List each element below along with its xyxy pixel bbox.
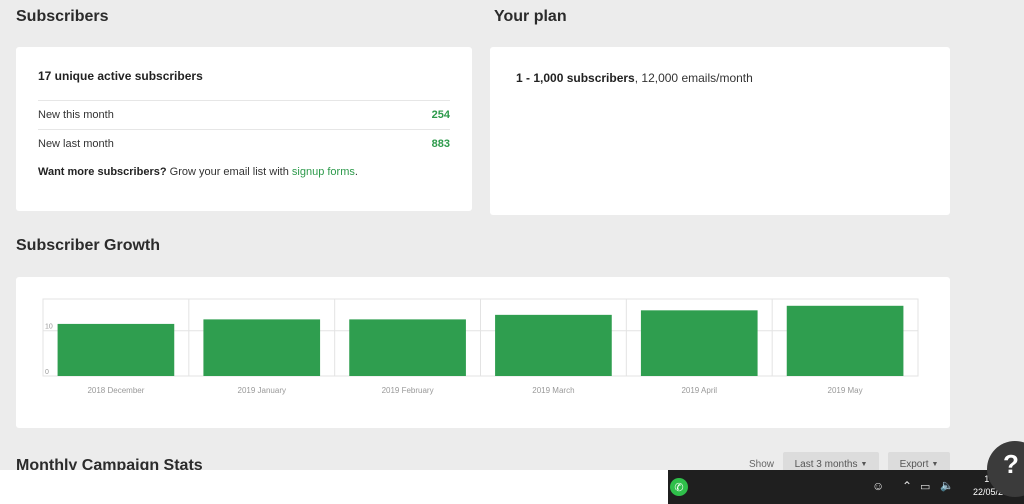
- plan-card: 1 - 1,000 subscribers, 12,000 emails/mon…: [490, 47, 950, 215]
- unique-active-subscribers: 17 unique active subscribers: [38, 69, 203, 83]
- plan-tier: 1 - 1,000 subscribers: [516, 71, 635, 85]
- row-value: 254: [431, 109, 450, 121]
- caret-down-icon: ▼: [931, 460, 939, 468]
- bar: [640, 310, 758, 376]
- bar: [786, 305, 904, 376]
- subscribers-card: 17 unique active subscribers New this mo…: [16, 47, 472, 211]
- x-tick-label: 2019 March: [532, 386, 574, 395]
- growth-card: 0 10 2018 December 2019 January 2019 Februar…: [16, 277, 950, 428]
- new-this-month-row: New this month 254: [38, 100, 450, 129]
- signup-forms-link[interactable]: signup forms: [292, 166, 355, 178]
- more-end: .: [354, 166, 358, 178]
- taskbar-white-area: [0, 470, 668, 504]
- row-value: 883: [431, 138, 450, 150]
- bar: [57, 323, 175, 376]
- caret-down-icon: ▼: [860, 460, 868, 468]
- x-tick-label: 2018 December: [87, 386, 144, 395]
- battery-icon[interactable]: ▭: [920, 480, 930, 493]
- row-label: New last month: [38, 138, 114, 150]
- plan-title: Your plan: [494, 8, 567, 25]
- y-tick-label: 0: [45, 369, 49, 376]
- plan-emails: , 12,000 emails/month: [634, 71, 753, 85]
- row-label: New this month: [38, 109, 114, 121]
- x-tick-label: 2019 February: [382, 386, 434, 395]
- more-bold: Want more subscribers?: [38, 166, 167, 178]
- subscribers-title: Subscribers: [16, 8, 109, 25]
- date-range-label: Last 3 months: [794, 458, 858, 470]
- plan-description: 1 - 1,000 subscribers, 12,000 emails/mon…: [516, 71, 753, 85]
- chevron-up-icon[interactable]: ⌃: [902, 479, 912, 493]
- more-subscribers-text: Want more subscribers? Grow your email l…: [38, 166, 358, 178]
- new-last-month-row: New last month 883: [38, 129, 450, 158]
- whatsapp-icon[interactable]: ✆: [670, 478, 688, 496]
- people-icon[interactable]: ☺: [872, 479, 884, 493]
- export-label: Export: [899, 458, 929, 470]
- x-tick-label: 2019 May: [828, 386, 863, 395]
- subscriber-growth-chart: 0 10 2018 December 2019 January 2019 Februar…: [42, 298, 919, 395]
- show-label: Show: [749, 459, 775, 470]
- volume-icon[interactable]: 🔈: [940, 479, 954, 492]
- more-text: Grow your email list with: [166, 166, 292, 178]
- bar: [349, 319, 466, 376]
- bar: [203, 319, 321, 376]
- y-tick-label: 10: [45, 324, 53, 331]
- x-tick-label: 2019 April: [681, 386, 717, 395]
- bar: [495, 314, 612, 376]
- x-tick-label: 2019 January: [238, 386, 286, 395]
- growth-title: Subscriber Growth: [16, 237, 161, 254]
